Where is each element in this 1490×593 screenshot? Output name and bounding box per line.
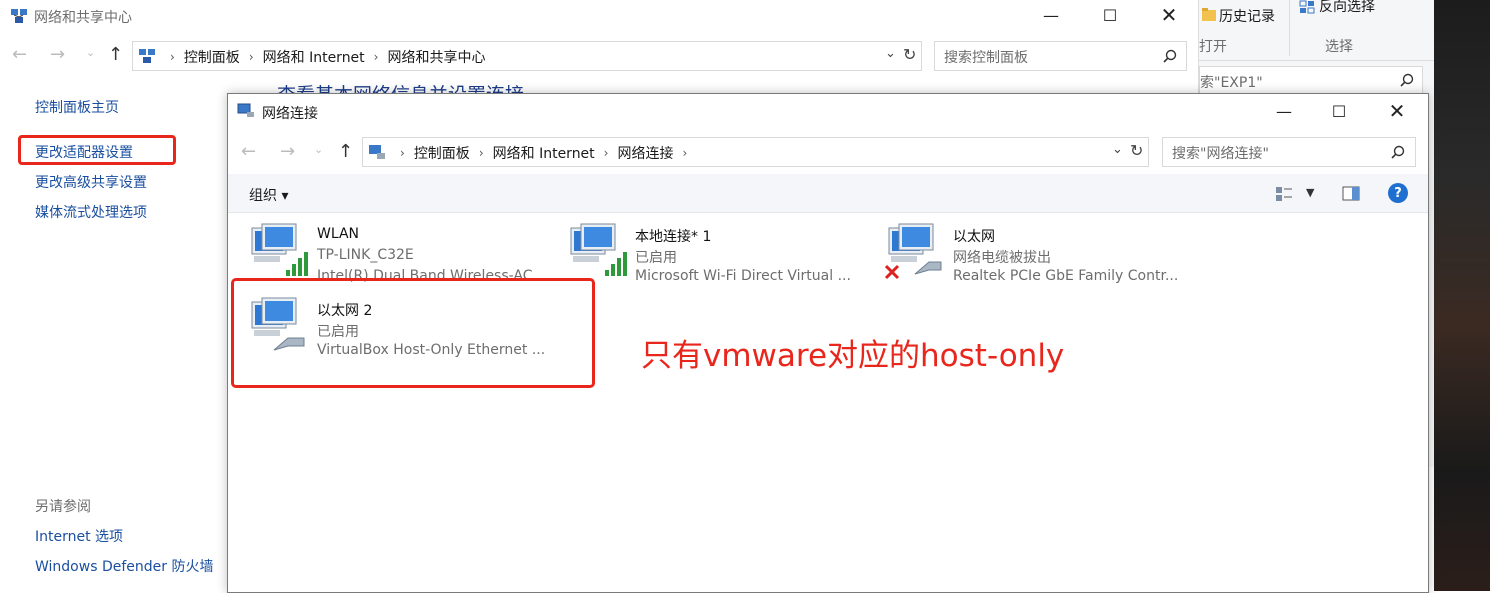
history-button[interactable]: 历史记录 [1219, 6, 1275, 26]
search-icon [1391, 145, 1405, 159]
select-group-label: 选择 [1325, 39, 1353, 55]
fg-window-title: 网络连接 [262, 106, 318, 122]
fg-breadcrumb-2[interactable]: 网络和 Internet [493, 143, 595, 163]
adapter-ethernet-name: 以太网 [953, 229, 995, 245]
wireless-network-icon [251, 223, 308, 276]
adapter-ethernet[interactable]: 以太网 网络电缆被拔出 Realtek PCIe GbE Family Cont… [885, 222, 1195, 284]
bg-up-button[interactable]: ↑ [108, 44, 123, 65]
fg-forward-button[interactable]: → [280, 141, 295, 162]
bg-maximize-button[interactable]: ☐ [1087, 0, 1133, 30]
bg-close-button[interactable]: ✕ [1146, 0, 1192, 30]
fg-maximize-button[interactable]: ☐ [1316, 96, 1362, 126]
refresh-icon[interactable]: ↻ [1130, 141, 1143, 160]
adapter-wlan[interactable]: WLAN TP-LINK_C32E Intel(R) Dual Band Wir… [248, 222, 558, 284]
fg-address-bar[interactable]: › 控制面板 › 网络和 Internet › 网络连接 › ⌄ ↻ [362, 137, 1149, 167]
annotation-text: 只有vmware对应的host-only [641, 338, 1065, 374]
wireless-network-icon [570, 223, 627, 276]
see-also-firewall[interactable]: Windows Defender 防火墙 [35, 556, 213, 576]
bg-recent-dropdown[interactable]: ⌄ [86, 46, 95, 59]
ribbon-divider [1289, 0, 1290, 56]
desktop-background [1434, 0, 1490, 591]
bg-address-bar[interactable]: › 控制面板 › 网络和 Internet › 网络和共享中心 ⌄ ↻ [132, 41, 922, 71]
fg-breadcrumb-3[interactable]: 网络连接 [617, 143, 673, 163]
bg-breadcrumb-1[interactable]: 控制面板 [184, 47, 240, 67]
bg-window-title: 网络和共享中心 [34, 10, 132, 26]
fg-search-box[interactable]: 搜索"网络连接" [1162, 137, 1416, 167]
see-also-label: 另请参阅 [35, 499, 91, 515]
adapter-local-connection[interactable]: 本地连接* 1 已启用 Microsoft Wi-Fi Direct Virtu… [567, 222, 867, 284]
chevron-right-icon: › [682, 146, 688, 160]
network-connections-icon [237, 103, 254, 117]
chevron-right-icon: › [170, 50, 175, 64]
adapter-local-name: 本地连接* 1 [635, 229, 712, 245]
fg-recent-dropdown[interactable]: ⌄ [314, 143, 323, 156]
search-icon [1163, 49, 1177, 63]
right-ribbon-border [1199, 60, 1435, 61]
chevron-right-icon: › [373, 50, 379, 64]
fg-close-button[interactable]: ✕ [1374, 96, 1420, 126]
right-search-box[interactable]: 索"EXP1" [1199, 66, 1423, 95]
organize-menu[interactable]: 组织 ▾ [249, 185, 288, 205]
bg-minimize-button[interactable]: — [1028, 0, 1074, 30]
fg-window: 网络连接 — ☐ ✕ ← → ⌄ ↑ › 控制面板 › 网络和 Internet… [227, 93, 1429, 593]
sidebar-item-media-streaming[interactable]: 媒体流式处理选项 [35, 202, 147, 222]
right-search-text: 索"EXP1" [1200, 75, 1263, 91]
highlight-box-ethernet-2 [231, 278, 595, 388]
control-panel-icon [369, 145, 385, 159]
fg-back-button[interactable]: ← [241, 141, 256, 162]
chevron-down-icon[interactable]: ⌄ [1112, 142, 1123, 157]
fg-search-placeholder: 搜索"网络连接" [1172, 146, 1269, 162]
chevron-right-icon: › [478, 146, 484, 160]
fg-breadcrumb-1[interactable]: 控制面板 [414, 143, 470, 163]
bg-breadcrumb-2[interactable]: 网络和 Internet [263, 47, 365, 67]
chevron-right-icon: › [603, 146, 609, 160]
invert-selection-button[interactable]: 反向选择 [1319, 0, 1375, 16]
history-icon [1202, 8, 1216, 21]
sidebar-item-advanced-sharing[interactable]: 更改高级共享设置 [35, 172, 147, 192]
sidebar-item-home[interactable]: 控制面板主页 [35, 97, 119, 117]
bg-forward-button[interactable]: → [50, 44, 65, 65]
network-center-icon [11, 9, 27, 23]
adapter-ethernet-status: 网络电缆被拔出 [953, 250, 1051, 266]
bg-breadcrumb-3[interactable]: 网络和共享中心 [387, 47, 485, 67]
help-icon[interactable]: ? [1388, 183, 1408, 203]
chevron-right-icon: › [400, 146, 405, 160]
view-dropdown-arrow[interactable]: ▼ [1306, 186, 1314, 199]
open-group-label: 打开 [1199, 39, 1227, 55]
command-bar [228, 174, 1428, 213]
invert-selection-icon [1299, 0, 1315, 14]
see-also-internet-options[interactable]: Internet 选项 [35, 526, 123, 546]
bg-back-button[interactable]: ← [12, 44, 27, 65]
chevron-right-icon: › [248, 50, 254, 64]
fg-minimize-button[interactable]: — [1261, 96, 1307, 126]
adapter-wlan-status: TP-LINK_C32E [317, 247, 414, 263]
adapter-local-status: 已启用 [635, 250, 677, 266]
highlight-box-adapter-settings [18, 135, 176, 165]
refresh-icon[interactable]: ↻ [903, 45, 916, 64]
bg-search-box[interactable]: 搜索控制面板 [934, 41, 1187, 71]
fg-up-button[interactable]: ↑ [338, 141, 353, 162]
control-panel-icon [139, 49, 155, 63]
ethernet-disconnected-icon [885, 223, 942, 280]
view-options-icon[interactable] [1275, 186, 1293, 202]
adapter-wlan-name: WLAN [317, 226, 360, 242]
adapter-ethernet-device: Realtek PCIe GbE Family Contr... [953, 268, 1179, 284]
adapter-local-device: Microsoft Wi-Fi Direct Virtual ... [635, 268, 851, 284]
search-icon [1400, 73, 1414, 87]
chevron-down-icon[interactable]: ⌄ [885, 46, 896, 61]
bg-search-placeholder: 搜索控制面板 [944, 50, 1028, 66]
preview-pane-icon[interactable] [1342, 186, 1360, 201]
